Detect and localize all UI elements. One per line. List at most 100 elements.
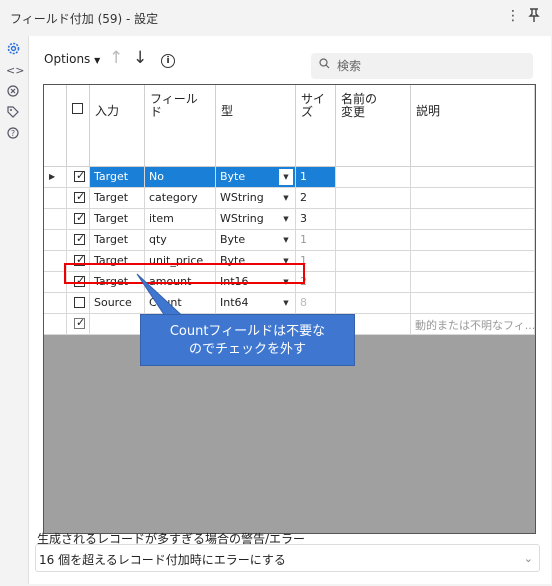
include-cell[interactable]: ✓ xyxy=(67,188,90,209)
pin-icon[interactable] xyxy=(528,8,540,26)
desc-cell[interactable]: 動的または不明なフィ... xyxy=(411,314,535,335)
type-dropdown-icon[interactable]: ▼ xyxy=(279,190,293,206)
input-cell[interactable]: Target xyxy=(90,230,145,251)
rename-cell[interactable] xyxy=(336,167,411,188)
header-select-all[interactable] xyxy=(67,85,90,167)
include-cell[interactable] xyxy=(67,293,90,314)
include-checkbox[interactable]: ✓ xyxy=(74,169,85,182)
size-text: 1 xyxy=(300,233,307,246)
input-cell[interactable]: Target xyxy=(90,209,145,230)
type-dropdown-icon[interactable]: ▼ xyxy=(279,232,293,248)
table-row[interactable]: Source Count Int64 ▼ 8 xyxy=(44,293,535,314)
type-dropdown-icon[interactable]: ▼ xyxy=(279,295,293,311)
field-grid: 入力 フィール ド 型 サイ ズ 名前の 変更 説明 ▶ ✓ Target No Byt… xyxy=(43,84,536,534)
type-cell[interactable]: WString ▼ xyxy=(216,209,296,230)
help-icon[interactable]: ? xyxy=(6,127,20,141)
size-cell[interactable]: 1 xyxy=(296,167,336,188)
include-checkbox[interactable]: ✓ xyxy=(74,211,86,224)
desc-text: 動的または不明なフィ... xyxy=(415,319,535,332)
header-row-marker xyxy=(44,85,67,167)
header-rename[interactable]: 名前の 変更 xyxy=(336,85,411,167)
size-text: 8 xyxy=(300,296,307,309)
row-marker xyxy=(44,314,67,335)
field-text: Count xyxy=(149,296,182,309)
caret-down-icon: ▼ xyxy=(94,56,101,65)
info-icon[interactable]: i xyxy=(161,54,175,68)
check-icon: ✓ xyxy=(76,211,86,224)
header-field[interactable]: フィール ド xyxy=(145,85,216,167)
include-cell[interactable]: ✓ xyxy=(67,230,90,251)
desc-cell[interactable] xyxy=(411,230,535,251)
tag-icon[interactable] xyxy=(6,106,20,120)
input-text: Target xyxy=(94,233,129,246)
field-cell[interactable]: item xyxy=(145,209,216,230)
rename-cell[interactable] xyxy=(336,230,411,251)
size-text: 2 xyxy=(300,191,307,204)
table-row[interactable]: ✓ Target category WString ▼ 2 xyxy=(44,188,535,209)
header-size[interactable]: サイ ズ xyxy=(296,85,336,167)
include-cell[interactable]: ✓ xyxy=(67,167,90,188)
move-down-icon[interactable]: ↓ xyxy=(133,48,147,68)
desc-cell[interactable] xyxy=(411,251,535,272)
field-text: qty xyxy=(149,233,167,246)
gear-icon[interactable] xyxy=(6,42,20,56)
type-dropdown-icon[interactable]: ▼ xyxy=(279,169,293,185)
size-cell[interactable]: 1 xyxy=(296,230,336,251)
callout-annotation: Countフィールドは不要な のでチェックを外す xyxy=(140,314,355,366)
include-checkbox[interactable]: ✓ xyxy=(74,190,85,203)
desc-cell[interactable] xyxy=(411,209,535,230)
options-dropdown[interactable]: Options ▼ xyxy=(44,52,100,66)
cancel-circle-icon[interactable] xyxy=(6,85,20,99)
input-cell[interactable]: Target xyxy=(90,188,145,209)
input-cell[interactable]: Target xyxy=(90,167,145,188)
include-checkbox[interactable] xyxy=(74,297,85,308)
field-cell[interactable]: qty xyxy=(145,230,216,251)
table-row[interactable]: ✓ Target qty Byte ▼ 1 xyxy=(44,230,535,251)
type-cell[interactable]: WString ▼ xyxy=(216,188,296,209)
search-icon xyxy=(319,58,330,72)
move-up-icon[interactable]: ↑ xyxy=(109,48,123,68)
table-row[interactable]: ▶ ✓ Target No Byte ▼ 1 xyxy=(44,167,535,188)
size-cell[interactable]: 3 xyxy=(296,209,336,230)
check-icon: ✓ xyxy=(76,316,86,329)
search-box[interactable] xyxy=(311,53,533,79)
input-cell[interactable] xyxy=(90,314,145,335)
input-cell[interactable]: Source xyxy=(90,293,145,314)
include-cell[interactable]: ✓ xyxy=(67,314,90,335)
table-row[interactable]: ✓ Target item WString ▼ 3 xyxy=(44,209,535,230)
callout-line-1: Countフィールドは不要な xyxy=(169,324,326,339)
row-marker xyxy=(44,293,67,314)
rename-cell[interactable] xyxy=(336,272,411,293)
warning-select[interactable]: 16 個を超えるレコード付加時にエラーにする ⌄ xyxy=(35,544,540,572)
header-input[interactable]: 入力 xyxy=(90,85,145,167)
desc-cell[interactable] xyxy=(411,272,535,293)
rename-cell[interactable] xyxy=(336,293,411,314)
type-cell[interactable]: Byte ▼ xyxy=(216,230,296,251)
include-checkbox[interactable]: ✓ xyxy=(74,316,86,329)
field-cell[interactable]: category xyxy=(145,188,216,209)
rename-cell[interactable] xyxy=(336,188,411,209)
rename-cell[interactable] xyxy=(336,251,411,272)
include-cell[interactable]: ✓ xyxy=(67,209,90,230)
desc-cell[interactable] xyxy=(411,293,535,314)
type-cell[interactable]: Byte ▼ xyxy=(216,167,296,188)
field-cell[interactable]: No xyxy=(145,167,216,188)
code-icon[interactable]: <> xyxy=(6,64,24,78)
type-dropdown-icon[interactable]: ▼ xyxy=(279,211,293,227)
type-cell[interactable]: Int64 ▼ xyxy=(216,293,296,314)
include-checkbox[interactable]: ✓ xyxy=(74,232,85,245)
header-description[interactable]: 説明 xyxy=(411,85,535,167)
search-input[interactable] xyxy=(337,57,517,75)
field-text: category xyxy=(149,191,198,204)
field-cell[interactable]: Count xyxy=(145,293,216,314)
options-label: Options xyxy=(44,52,91,66)
input-text: Target xyxy=(94,170,129,183)
select-all-checkbox[interactable] xyxy=(72,103,83,114)
rename-cell[interactable] xyxy=(336,209,411,230)
size-cell[interactable]: 2 xyxy=(296,188,336,209)
desc-cell[interactable] xyxy=(411,167,535,188)
header-type[interactable]: 型 xyxy=(216,85,296,167)
more-options-icon[interactable]: ⋮ xyxy=(506,8,520,24)
desc-cell[interactable] xyxy=(411,188,535,209)
size-cell[interactable]: 8 xyxy=(296,293,336,314)
